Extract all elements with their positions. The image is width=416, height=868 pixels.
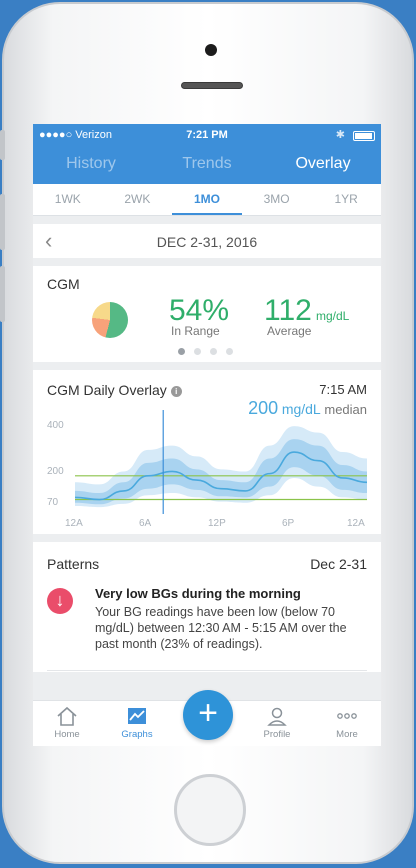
earpiece-speaker	[181, 82, 243, 89]
view-tabs: History Trends Overlay	[33, 148, 381, 184]
in-range-label: In Range	[171, 324, 220, 338]
profile-icon	[267, 707, 287, 726]
home-icon	[57, 706, 77, 726]
mute-switch	[0, 130, 5, 160]
graph-icon	[128, 708, 146, 724]
x-tick-label: 6P	[282, 518, 295, 529]
x-tick-label: 6A	[139, 518, 152, 529]
app-screen: ●●●●○ Verizon 7:21 PM ✱ History Trends O…	[33, 124, 381, 746]
period-selector: 1WK 2WK 1MO 3MO 1YR	[33, 184, 381, 216]
x-tick-label: 12A	[65, 518, 83, 529]
nav-more-label: More	[336, 729, 358, 740]
bluetooth-icon: ✱	[335, 129, 345, 141]
nav-graphs[interactable]: Graphs	[107, 705, 167, 740]
page-indicator	[178, 348, 233, 355]
period-2wk[interactable]: 2WK	[103, 184, 173, 215]
average-value: 112	[264, 294, 312, 327]
patterns-card[interactable]: Patterns Dec 2-31 ↓ Very low BGs during …	[33, 542, 381, 672]
battery-icon	[353, 131, 375, 141]
front-camera	[205, 44, 217, 56]
pattern-headline: Very low BGs during the morning	[95, 586, 301, 601]
pattern-description: Your BG readings have been low (below 70…	[95, 605, 347, 651]
add-entry-button[interactable]: +	[183, 690, 233, 740]
x-tick-label: 12A	[347, 518, 365, 529]
cgm-title: CGM	[47, 276, 80, 292]
period-1mo[interactable]: 1MO	[172, 184, 242, 215]
patterns-title: Patterns	[47, 556, 100, 572]
range-pie-chart	[92, 302, 128, 338]
period-1yr[interactable]: 1YR	[311, 184, 381, 215]
overlay-chart[interactable]	[33, 410, 381, 514]
cgm-summary-card[interactable]: CGM 54% In Range 112 mg/dL Average	[33, 266, 381, 362]
patterns-range: Dec 2-31	[310, 556, 367, 572]
tab-overlay[interactable]: Overlay	[265, 148, 381, 184]
plus-icon: +	[198, 694, 218, 732]
daily-overlay-card: CGM Daily Overlay i 7:15 AM 200 mg/dL med…	[33, 370, 381, 534]
period-3mo[interactable]: 3MO	[242, 184, 312, 215]
date-range-label: DEC 2-31, 2016	[156, 234, 258, 250]
arrow-down-icon: ↓	[47, 588, 73, 614]
divider	[47, 670, 367, 671]
page-dot[interactable]	[178, 348, 185, 355]
x-tick-label: 12P	[208, 518, 226, 529]
in-range-value: 54%	[169, 294, 230, 327]
info-icon[interactable]: i	[170, 386, 182, 397]
period-1wk[interactable]: 1WK	[33, 184, 103, 215]
nav-profile[interactable]: Profile	[247, 705, 307, 740]
page-dot[interactable]	[210, 348, 217, 355]
volume-down-button	[0, 266, 5, 322]
status-bar: ●●●●○ Verizon 7:21 PM ✱	[33, 124, 381, 148]
more-icon	[337, 713, 357, 719]
status-time: 7:21 PM	[186, 129, 228, 141]
volume-up-button	[0, 194, 5, 250]
tab-trends[interactable]: Trends	[149, 148, 265, 184]
page-dot[interactable]	[194, 348, 201, 355]
home-hardware-button[interactable]	[174, 774, 246, 846]
average-unit: mg/dL	[316, 309, 350, 323]
page-dot[interactable]	[226, 348, 233, 355]
cursor-time: 7:15 AM	[319, 382, 367, 397]
nav-graphs-label: Graphs	[121, 729, 153, 740]
nav-more[interactable]: More	[317, 705, 377, 740]
nav-home-label: Home	[54, 729, 80, 740]
average-label: Average	[267, 324, 312, 338]
nav-profile-label: Profile	[263, 729, 291, 740]
overlay-title: CGM Daily Overlay i	[47, 382, 182, 398]
tab-history[interactable]: History	[33, 148, 149, 184]
nav-home[interactable]: Home	[37, 705, 97, 740]
date-range-bar: ‹ DEC 2-31, 2016	[33, 224, 381, 258]
